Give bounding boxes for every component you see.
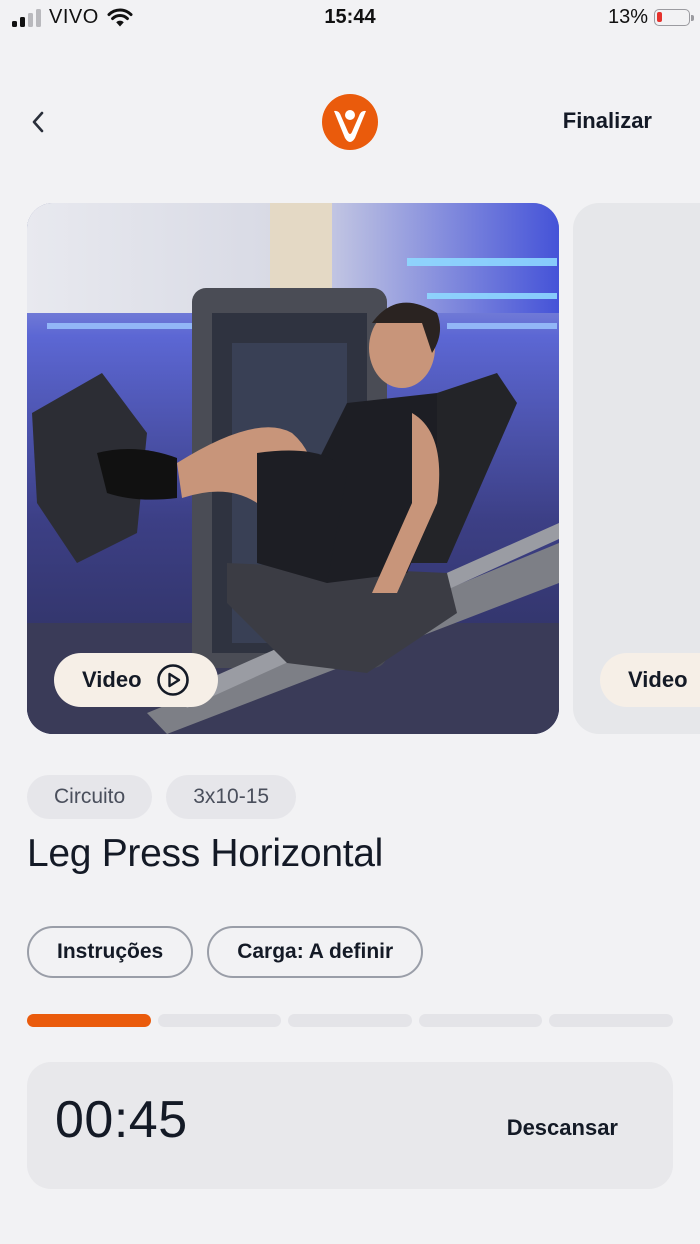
video-label: Video xyxy=(82,667,142,692)
load-button[interactable]: Carga: A definir xyxy=(207,926,424,978)
header: Finalizar xyxy=(0,90,700,154)
exercise-tags: Circuito 3x10-15 xyxy=(27,775,297,819)
workout-screen: VIVO 15:44 13% Finalizar Video Video Cir… xyxy=(0,0,700,1244)
back-button[interactable] xyxy=(20,104,56,140)
chevron-left-icon xyxy=(32,111,44,133)
progress-segment xyxy=(157,1014,282,1027)
progress-segment xyxy=(418,1014,543,1027)
progress-segment xyxy=(27,1014,151,1027)
finish-button[interactable]: Finalizar xyxy=(563,108,652,134)
exercise-actions: Instruções Carga: A definir xyxy=(27,926,424,978)
exercise-progress xyxy=(27,1014,673,1027)
play-circle-icon xyxy=(156,664,189,696)
tag-sets-reps: 3x10-15 xyxy=(166,775,297,819)
video-button-next[interactable]: Video xyxy=(600,653,700,707)
exercise-media-card-next[interactable]: Video xyxy=(573,203,700,734)
battery-icon xyxy=(654,9,694,26)
status-bar-right: 13% xyxy=(607,6,694,29)
instructions-button[interactable]: Instruções xyxy=(27,926,194,978)
video-button[interactable]: Video xyxy=(54,653,218,707)
progress-segment xyxy=(549,1014,673,1027)
tag-circuit: Circuito xyxy=(27,775,153,819)
brand-logo-icon xyxy=(322,94,378,150)
rest-timer-card: 00:45 Descansar xyxy=(27,1062,673,1189)
rest-timer: 00:45 xyxy=(55,1091,188,1149)
battery-percentage: 13% xyxy=(607,6,648,28)
clock: 15:44 xyxy=(324,6,376,28)
exercise-title: Leg Press Horizontal xyxy=(27,832,384,875)
status-bar: VIVO 15:44 13% xyxy=(0,0,700,40)
progress-segment xyxy=(288,1014,412,1027)
video-label-next: Video xyxy=(628,667,688,692)
rest-button[interactable]: Descansar xyxy=(507,1115,618,1141)
exercise-media-card[interactable]: Video xyxy=(27,203,559,734)
